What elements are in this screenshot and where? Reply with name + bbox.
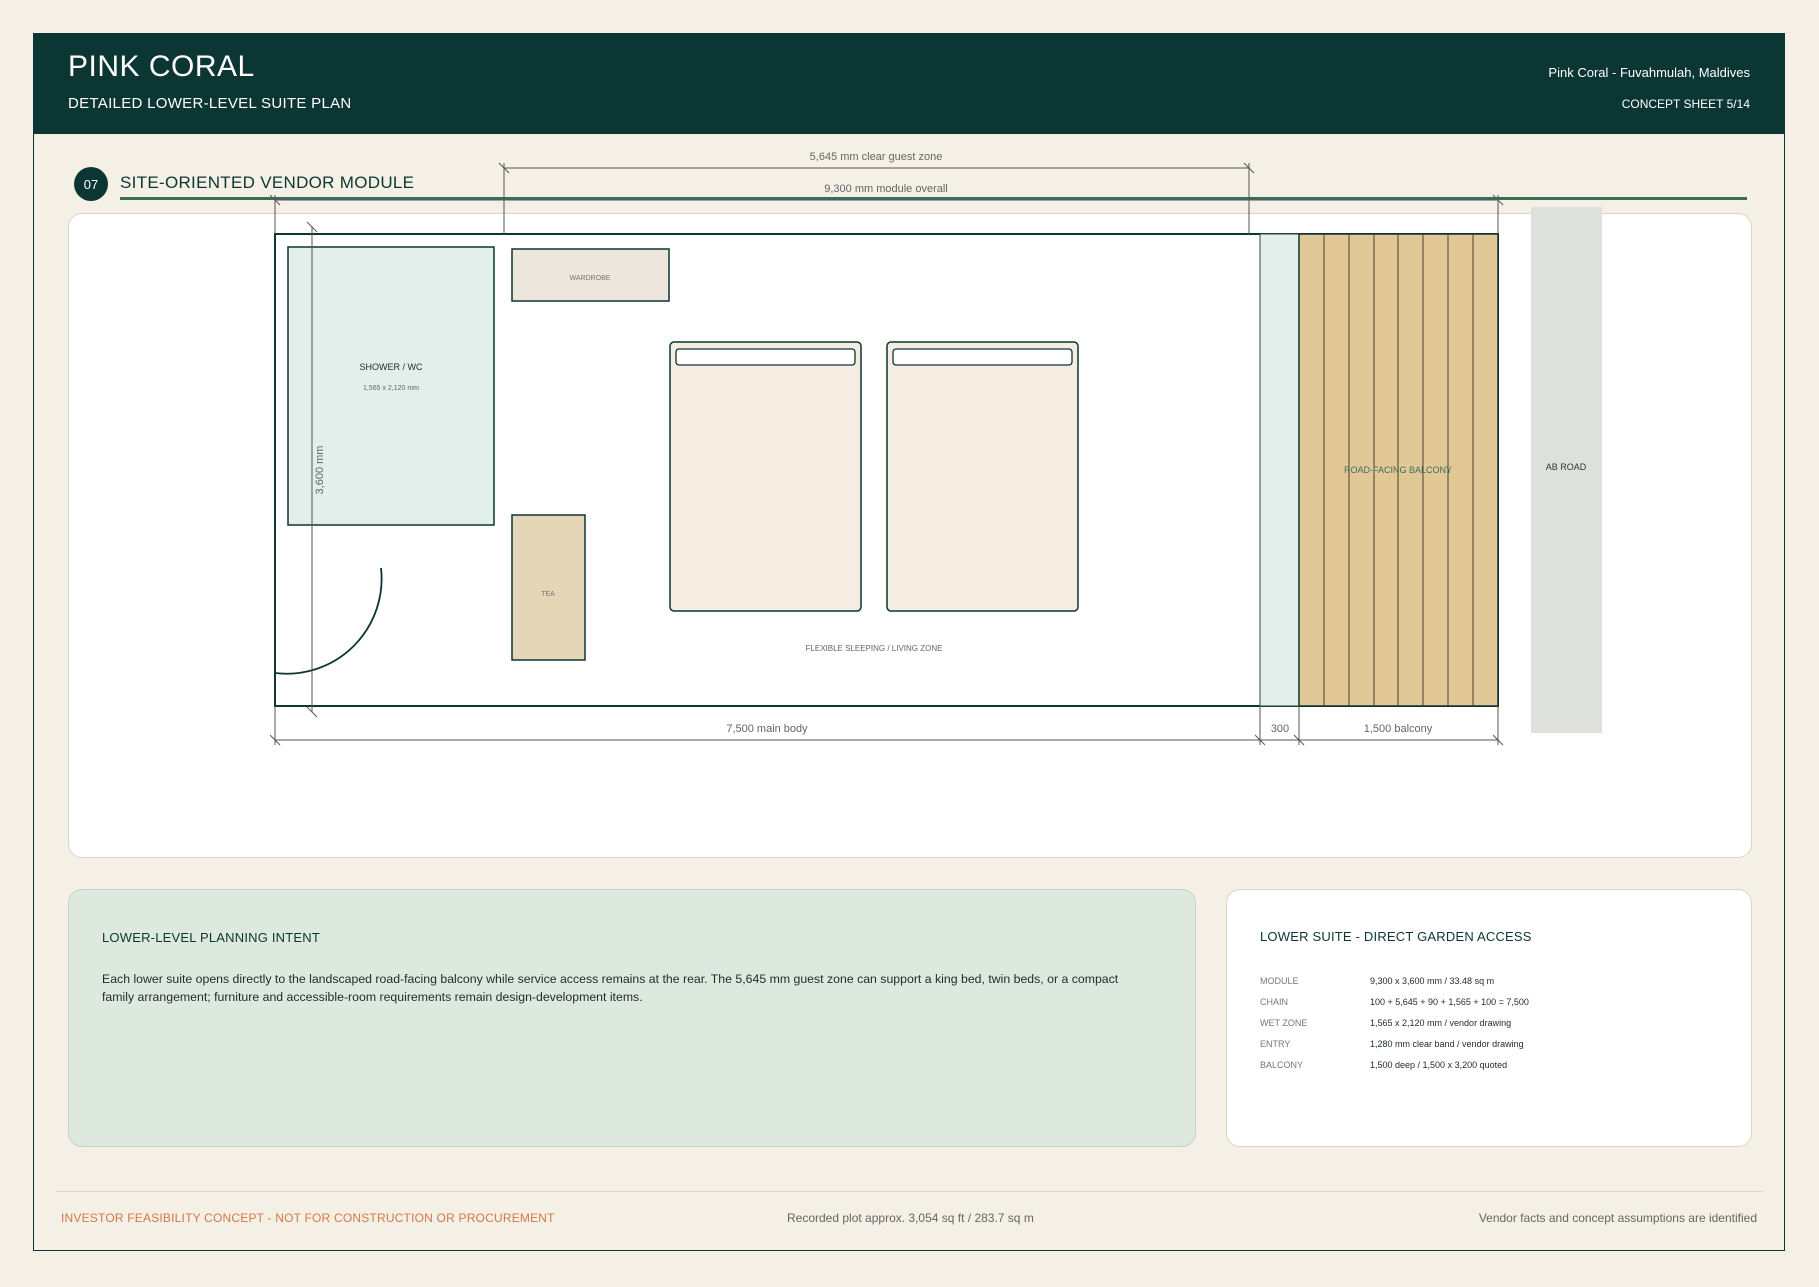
spec-value: 1,565 x 2,120 mm / vendor drawing: [1370, 1018, 1512, 1028]
shower-size: 1,565 x 2,120 mm: [363, 385, 419, 392]
guest-zone-dim-label: 5,645 mm clear guest zone: [810, 151, 943, 163]
footer-disclaimer: INVESTOR FEASIBILITY CONCEPT - NOT FOR C…: [61, 1211, 555, 1225]
zone-label: FLEXIBLE SLEEPING / LIVING ZONE: [806, 644, 943, 653]
floor-plan: AB ROAD ROAD-FACING BALCONY SHOWER / WC …: [269, 151, 1602, 746]
wardrobe-label: WARDROBE: [570, 275, 611, 282]
spec-key: ENTRY: [1260, 1039, 1291, 1049]
pillow-left: [675, 348, 856, 366]
spec-key: MODULE: [1260, 976, 1299, 986]
bed-right: [886, 341, 1079, 612]
spec-value: 9,300 x 3,600 mm / 33.48 sq m: [1370, 976, 1495, 986]
shower-label: SHOWER / WC: [360, 362, 423, 372]
planning-intent-panel: LOWER-LEVEL PLANNING INTENT Each lower s…: [68, 889, 1196, 1147]
main-body-dim-label: 7,500 main body: [726, 723, 808, 735]
height-dim-label: 3,600 mm: [314, 446, 326, 495]
planning-intent-title: LOWER-LEVEL PLANNING INTENT: [102, 930, 321, 945]
spec-title: LOWER SUITE - DIRECT GARDEN ACCESS: [1260, 929, 1532, 944]
overall-dim-label: 9,300 mm module overall: [824, 183, 948, 195]
pillow-right: [892, 348, 1073, 366]
drawing-sheet: PINK CORAL DETAILED LOWER-LEVEL SUITE PL…: [33, 33, 1785, 1251]
threshold-strip: [1259, 233, 1300, 707]
top-dimensions: [269, 162, 1504, 234]
footer-plot-area: Recorded plot approx. 3,054 sq ft / 283.…: [787, 1211, 1034, 1225]
footer-rule: [56, 1191, 1763, 1192]
spec-key: BALCONY: [1260, 1060, 1304, 1070]
spec-value: 1,280 mm clear band / vendor drawing: [1370, 1039, 1524, 1049]
bed-left: [669, 341, 862, 612]
road-label: AB ROAD: [1546, 462, 1587, 472]
tea-station: [511, 514, 586, 661]
footer-note: Vendor facts and concept assumptions are…: [1478, 1211, 1757, 1225]
spec-value: 1,500 deep / 1,500 x 3,200 quoted: [1370, 1060, 1508, 1070]
tea-label: TEA: [541, 591, 555, 598]
suite-spec-panel: LOWER SUITE - DIRECT GARDEN ACCESS MODUL…: [1226, 889, 1752, 1147]
balcony-dim-label: 1,500 balcony: [1364, 723, 1433, 735]
gap-dim-label: 300: [1271, 723, 1289, 735]
spec-value: 100 + 5,645 + 90 + 1,565 + 100 = 7,500: [1370, 997, 1529, 1007]
spec-key: CHAIN: [1260, 997, 1289, 1007]
planning-intent-body: Each lower suite opens directly to the l…: [102, 972, 1119, 1004]
bottom-dimensions: [269, 706, 1504, 746]
balcony-label: ROAD-FACING BALCONY: [1344, 465, 1452, 475]
spec-key: WET ZONE: [1260, 1018, 1308, 1028]
